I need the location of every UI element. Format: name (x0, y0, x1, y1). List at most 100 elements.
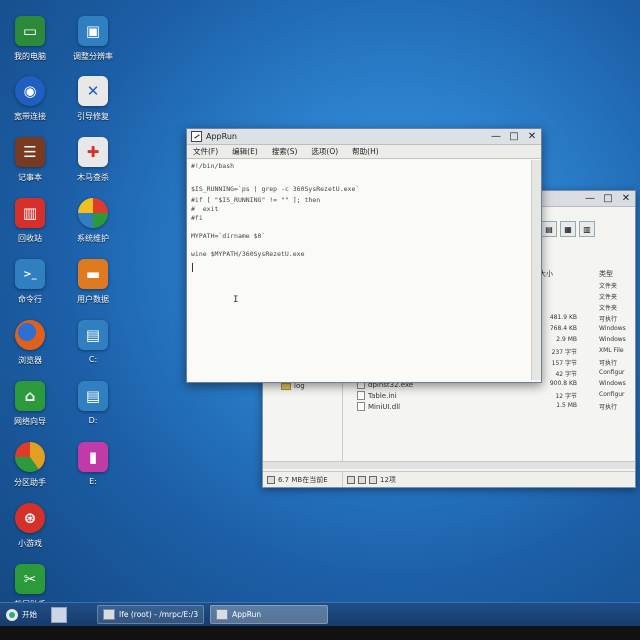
file-size: 42 字节 (555, 371, 577, 378)
globe-icon: ◉ (15, 76, 45, 106)
code-line: #fi (191, 214, 203, 222)
file-type: 可执行 (599, 316, 618, 323)
folder-tree: log (263, 371, 343, 461)
desktop-icon-browser[interactable]: 浏览器 (0, 320, 60, 378)
computer-icon: ▭ (15, 16, 45, 46)
drive-icon (267, 475, 275, 484)
desktop-icon-label: 调整分辨率 (73, 52, 113, 61)
start-label: 开始 (22, 610, 37, 619)
toolbar-button[interactable]: ▤ (541, 221, 557, 237)
drive-d-icon: ▤ (78, 381, 108, 411)
menu-options[interactable]: 选项(O) (311, 146, 338, 157)
desktop-icon-label: 浏览器 (18, 356, 42, 365)
menu-help[interactable]: 帮助(H) (352, 146, 379, 157)
folder-icon (281, 382, 291, 390)
home-network-icon: ⌂ (15, 381, 45, 411)
file-type: 可执行 (599, 360, 618, 367)
app-icon (216, 609, 229, 620)
file-list-item[interactable]: MiniUI.dll (357, 402, 400, 411)
desktop-icon-label: 系统维护 (77, 234, 109, 243)
file-type: Windows (599, 325, 626, 332)
app-icon (191, 131, 202, 142)
file-list-scrollbar[interactable] (343, 461, 635, 469)
close-icon[interactable]: ✕ (617, 192, 635, 206)
start-button[interactable]: 开始 (0, 603, 43, 626)
file-size: 768.4 KB (549, 325, 577, 332)
screen-bezel (0, 626, 640, 640)
pie-chart-icon (15, 442, 45, 472)
windows-flag-icon (78, 198, 108, 228)
desktop-icon-label: 我的电脑 (14, 52, 46, 61)
desktop-icon-partition-assistant[interactable]: 分区助手 (0, 442, 60, 500)
desktop-icon-label: 命令行 (18, 295, 42, 304)
file-size: 900.8 KB (549, 380, 577, 387)
notepad-icon: ☰ (15, 137, 45, 167)
close-icon[interactable]: ✕ (523, 130, 541, 144)
drive-c-icon: ▤ (78, 320, 108, 350)
desktop-icon-recycle-bin[interactable]: ▥ 回收站 (0, 198, 60, 256)
view-toggle-icon[interactable] (347, 475, 355, 484)
file-size: 481.9 KB (549, 314, 577, 321)
toolbar-button[interactable]: ▦ (560, 221, 576, 237)
filter-icon[interactable] (369, 475, 377, 484)
desktop-icon-label: 木马查杀 (77, 173, 109, 182)
minimize-icon[interactable]: — (487, 130, 505, 144)
desktop-icon-label: 回收站 (18, 234, 42, 243)
taskbar-item-file-manager[interactable]: Ife (root) - /mrpc/E:/3 (97, 605, 205, 624)
menu-edit[interactable]: 编辑(E) (232, 146, 258, 157)
file-size: 237 字节 (551, 349, 577, 356)
editor-titlebar[interactable]: AppRun — □ ✕ (187, 129, 541, 145)
file-size: 2.9 MB (556, 336, 577, 343)
desktop-icon-label: 宽带连接 (14, 112, 46, 121)
monitor-icon: ▣ (78, 16, 108, 46)
taskbar-item-apprun[interactable]: AppRun (210, 605, 329, 624)
file-list-item[interactable]: Table.ini (357, 391, 397, 400)
checkbox-icon[interactable] (358, 475, 366, 484)
desktop-icon-command-line[interactable]: >_ 命令行 (0, 259, 60, 317)
firefox-icon (15, 320, 45, 350)
file-type: XML File (599, 347, 624, 354)
desktop-icon-system-maintenance[interactable]: 系统维护 (63, 198, 123, 256)
desktop-icon-label: C: (88, 355, 98, 364)
editor-text-area[interactable]: #!/bin/bash $IS_RUNNING=`ps | grep -c 36… (189, 160, 531, 380)
file-type: Configur (599, 391, 625, 398)
file-type: Configur (599, 369, 625, 376)
desktop-icon-label: 分区助手 (14, 478, 46, 487)
folder-tree-scrollbar[interactable] (263, 461, 343, 469)
menu-search[interactable]: 搜索(S) (272, 146, 298, 157)
code-line: $IS_RUNNING=`ps | grep -c 360SysRezetU.e… (191, 185, 360, 193)
desktop-icon-boot-repair[interactable]: ✕ 引导修复 (63, 76, 123, 134)
editor-title: AppRun (206, 132, 237, 141)
maximize-icon[interactable]: □ (599, 192, 617, 206)
editor-scrollbar[interactable] (531, 160, 541, 380)
ini-file-icon (357, 391, 365, 400)
minimize-icon[interactable]: — (581, 192, 599, 206)
menu-file[interactable]: 文件(F) (193, 146, 218, 157)
desktop-icon-label: 引导修复 (77, 112, 109, 121)
code-line: MYPATH=`dirname $0` (191, 232, 266, 240)
column-header-type[interactable]: 类型 (599, 269, 613, 279)
taskbar: 开始 Ife (root) - /mrpc/E:/3 AppRun (0, 602, 640, 626)
toolbar-button[interactable]: ▥ (579, 221, 595, 237)
desktop-icon-trojan-scan[interactable]: ✚ 木马查杀 (63, 137, 123, 195)
file-type: 文件夹 (599, 294, 618, 301)
desktop-icon-drive-c[interactable]: ▤ C: (63, 320, 123, 378)
folder-icon: ▬ (78, 259, 108, 289)
show-desktop-icon[interactable] (51, 606, 67, 623)
desktop-icon-drive-e[interactable]: ▮ E: (63, 442, 123, 500)
code-line: wine $MYPATH/360SysRezetU.exe (191, 250, 305, 258)
desktop-icon-label: E: (89, 477, 97, 486)
editor-window[interactable]: AppRun — □ ✕ 文件(F) 编辑(E) 搜索(S) 选项(O) 帮助(… (186, 128, 542, 383)
maximize-icon[interactable]: □ (505, 130, 523, 144)
desktop-icon-broadband[interactable]: ◉ 宽带连接 (0, 76, 60, 134)
desktop-icon-my-computer[interactable]: ▭ 我的电脑 (0, 16, 60, 74)
desktop-icon-notepad[interactable]: ☰ 记事本 (0, 137, 60, 195)
desktop-icon-drive-d[interactable]: ▤ D: (63, 381, 123, 439)
folder-tree-item[interactable]: log (281, 382, 305, 390)
desktop-icon-mini-games[interactable]: ⊛ 小游戏 (0, 503, 60, 561)
tools-icon: ✕ (78, 76, 108, 106)
editor-menubar: 文件(F) 编辑(E) 搜索(S) 选项(O) 帮助(H) (187, 145, 541, 159)
desktop-icon-resolution[interactable]: ▣ 调整分辨率 (63, 16, 123, 74)
desktop-icon-user-data[interactable]: ▬ 用户数据 (63, 259, 123, 317)
desktop-icon-network-wizard[interactable]: ⌂ 网络向导 (0, 381, 60, 439)
